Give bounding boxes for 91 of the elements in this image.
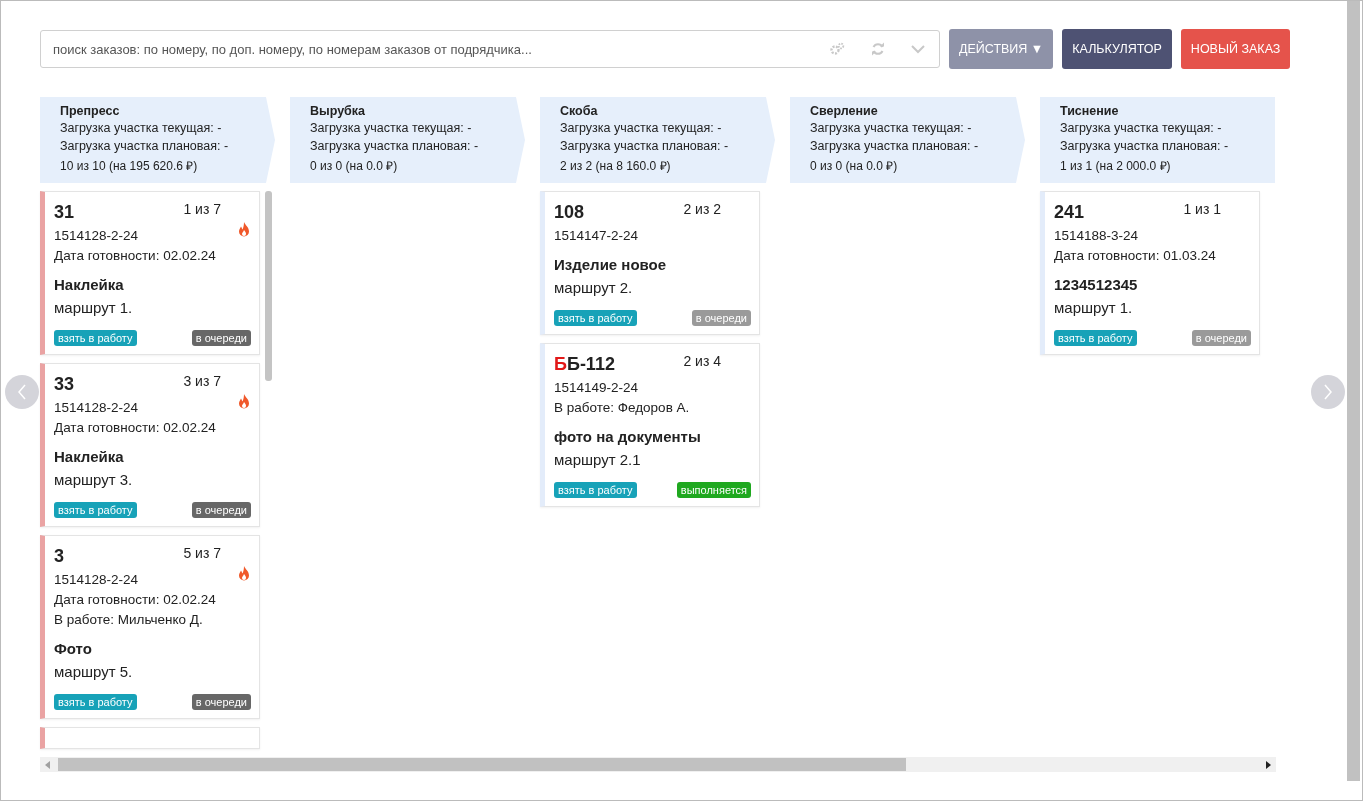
stage-title: Препресс bbox=[60, 104, 121, 118]
take-to-work-button[interactable]: взять в работу bbox=[554, 310, 637, 326]
stage-load-current: Загрузка участка текущая: - bbox=[810, 121, 973, 135]
order-count: 3 из 7 bbox=[183, 373, 221, 389]
stage-load-planned: Загрузка участка плановая: - bbox=[310, 139, 480, 153]
toolbar-button[interactable]: КАЛЬКУЛЯТОР bbox=[1062, 29, 1172, 69]
order-count: 1 из 1 bbox=[1183, 201, 1221, 217]
take-to-work-button[interactable]: взять в работу bbox=[1054, 330, 1137, 346]
arrow-left-icon[interactable] bbox=[44, 760, 52, 769]
order-code: 1514149-2-24 bbox=[554, 380, 640, 395]
order-card[interactable]: 241 1 из 1 1514188-3-24 Дата готовности: 01.03.24 1234512345 маршрут 1. взять в работу в очереди bbox=[1040, 191, 1260, 355]
chevron-right-icon[interactable] bbox=[1323, 384, 1333, 400]
take-to-work-button[interactable]: взять в работу bbox=[54, 502, 137, 518]
refresh-icon[interactable] bbox=[871, 42, 885, 56]
scrollbar-thumb[interactable] bbox=[265, 191, 272, 381]
toolbar-button[interactable]: НОВЫЙ ЗАКАЗ bbox=[1180, 29, 1291, 69]
product-name: фото на документы bbox=[554, 428, 702, 445]
order-number: 108 bbox=[554, 202, 585, 223]
order-count: 2 из 4 bbox=[683, 353, 721, 369]
stage-summary: 10 из 10 (на 195 620.6 ₽) bbox=[60, 158, 199, 174]
stage-load-planned: Загрузка участка плановая: - bbox=[560, 139, 730, 153]
order-count: 5 из 7 bbox=[183, 545, 221, 561]
stage-load-current: Загрузка участка текущая: - bbox=[560, 121, 723, 135]
due-date: Дата готовности: 01.03.24 bbox=[1054, 248, 1217, 263]
order-code: 1514128-2-24 bbox=[54, 400, 140, 415]
status-badge: в очереди bbox=[1191, 330, 1251, 346]
order-count: 1 из 7 bbox=[183, 201, 221, 217]
order-card[interactable]: 3 5 из 7 1514128-2-24 Дата готовности: 02.02.24 В работе: Мильченко Д. Фото маршрут 5. взять в работу в очереди bbox=[40, 535, 260, 719]
stage-load-current: Загрузка участка текущая: - bbox=[60, 121, 223, 135]
horizontal-scrollbar[interactable] bbox=[40, 757, 1276, 772]
order-number: ББ-112 bbox=[554, 354, 615, 375]
order-number: 33 bbox=[54, 374, 75, 395]
due-date: Дата готовности: 02.02.24 bbox=[54, 248, 217, 263]
product-name: Наклейка bbox=[54, 448, 125, 465]
status-badge: в очереди bbox=[191, 694, 251, 710]
take-to-work-button[interactable]: взять в работу bbox=[554, 482, 637, 498]
stage-summary: 0 из 0 (на 0.0 ₽) bbox=[810, 158, 899, 174]
stage-summary: 1 из 1 (на 2 000.0 ₽) bbox=[1060, 158, 1172, 174]
stage-title: Тиснение bbox=[1060, 104, 1120, 118]
due-date: Дата готовности: 02.02.24 bbox=[54, 420, 217, 435]
product-name: Наклейка bbox=[54, 276, 125, 293]
order-count: 2 из 2 bbox=[683, 201, 721, 217]
assignee: В работе: Мильченко Д. bbox=[54, 612, 204, 627]
order-card[interactable] bbox=[40, 727, 260, 749]
take-to-work-button[interactable]: взять в работу bbox=[54, 694, 137, 710]
order-code: 1514128-2-24 bbox=[54, 228, 140, 243]
chevron-left-icon[interactable] bbox=[17, 384, 27, 400]
page-scrollbar[interactable] bbox=[1347, 1, 1360, 781]
order-number: 3 bbox=[54, 546, 64, 567]
assignee: В работе: Федоров А. bbox=[554, 400, 691, 415]
status-badge: в очереди bbox=[191, 330, 251, 346]
order-code: 1514147-2-24 bbox=[554, 228, 640, 243]
product-name: Фото bbox=[54, 640, 93, 657]
status-badge: в очереди bbox=[191, 502, 251, 518]
route-name: маршрут 3. bbox=[54, 471, 134, 488]
order-number: 31 bbox=[54, 202, 75, 223]
stage-load-planned: Загрузка участка плановая: - bbox=[810, 139, 980, 153]
status-badge: выполняется bbox=[676, 482, 751, 498]
stage-load-current: Загрузка участка текущая: - bbox=[310, 121, 473, 135]
due-date: Дата готовности: 02.02.24 bbox=[54, 592, 217, 607]
order-card[interactable]: 31 1 из 7 1514128-2-24 Дата готовности: 02.02.24 Наклейка маршрут 1. взять в работу в очереди bbox=[40, 191, 260, 355]
search-field[interactable]: поиск заказов: по номеру, по доп. номеру, по номерам заказов от подрядчика... bbox=[40, 30, 940, 68]
stage-load-planned: Загрузка участка плановая: - bbox=[1060, 139, 1230, 153]
status-badge: в очереди bbox=[691, 310, 751, 326]
route-name: маршрут 1. bbox=[1054, 299, 1134, 316]
scroll-left-button[interactable] bbox=[5, 375, 39, 409]
arrow-right-icon[interactable] bbox=[1264, 760, 1272, 769]
product-name: Изделие новое bbox=[554, 256, 668, 273]
order-card[interactable]: 33 3 из 7 1514128-2-24 Дата готовности: 02.02.24 Наклейка маршрут 3. взять в работу в очереди bbox=[40, 363, 260, 527]
order-code: 1514128-2-24 bbox=[54, 572, 140, 587]
route-name: маршрут 1. bbox=[54, 299, 134, 316]
gears-icon[interactable] bbox=[829, 42, 845, 56]
chevron-down-icon[interactable] bbox=[911, 44, 925, 54]
stage-load-planned: Загрузка участка плановая: - bbox=[60, 139, 230, 153]
toolbar-button[interactable]: ДЕЙСТВИЯ ▼ bbox=[949, 29, 1054, 69]
route-name: маршрут 2.1 bbox=[554, 451, 642, 468]
stage-load-current: Загрузка участка текущая: - bbox=[1060, 121, 1223, 135]
stage-title: Сверление bbox=[810, 104, 879, 118]
route-name: маршрут 5. bbox=[54, 663, 134, 680]
order-card[interactable]: ББ-112 2 из 4 1514149-2-24 В работе: Федоров А. фото на документы маршрут 2.1 взять в работу выполняется bbox=[540, 343, 760, 507]
scroll-right-button[interactable] bbox=[1311, 375, 1345, 409]
order-code: 1514188-3-24 bbox=[1054, 228, 1140, 243]
order-card[interactable]: 108 2 из 2 1514147-2-24 Изделие новое маршрут 2. взять в работу в очереди bbox=[540, 191, 760, 335]
stage-summary: 2 из 2 (на 8 160.0 ₽) bbox=[560, 158, 672, 174]
product-name: 1234512345 bbox=[1054, 276, 1139, 293]
stage-summary: 0 из 0 (на 0.0 ₽) bbox=[310, 158, 399, 174]
stage-title: Скоба bbox=[560, 104, 599, 118]
stage-title: Вырубка bbox=[310, 104, 367, 118]
route-name: маршрут 2. bbox=[554, 279, 634, 296]
order-number: 241 bbox=[1054, 202, 1085, 223]
take-to-work-button[interactable]: взять в работу bbox=[54, 330, 137, 346]
